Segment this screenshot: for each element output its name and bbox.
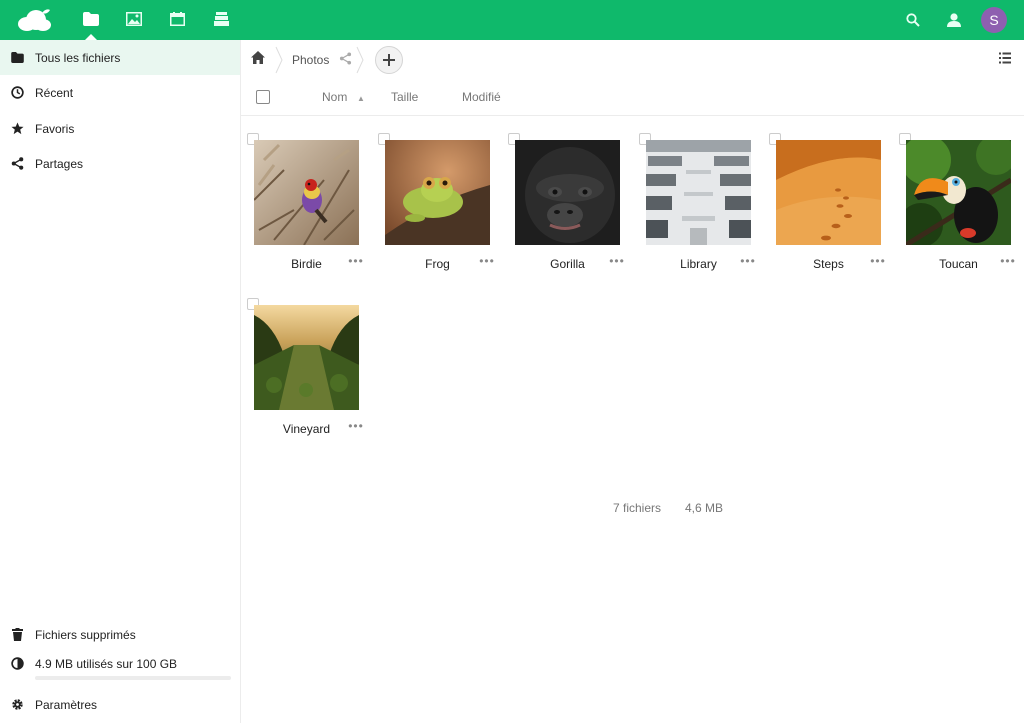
calendar-icon — [169, 11, 185, 29]
file-thumbnail[interactable] — [906, 140, 1011, 245]
more-actions-button[interactable]: ••• — [869, 254, 887, 268]
sidebar-item-settings[interactable]: Paramètres — [0, 687, 240, 722]
app-header: S — [0, 0, 1024, 40]
file-tile[interactable]: Frog ••• — [378, 133, 515, 290]
share-icon — [0, 157, 35, 170]
file-name[interactable]: Birdie — [254, 257, 359, 271]
sidebar-item-all-files[interactable]: Tous les fichiers — [0, 40, 240, 75]
file-thumbnail[interactable] — [254, 140, 359, 245]
home-icon[interactable] — [251, 51, 265, 67]
plus-icon — [383, 49, 395, 72]
star-icon — [0, 122, 35, 135]
sidebar-item-label: Tous les fichiers — [35, 50, 121, 65]
sidebar: Tous les fichiers Récent Favoris Partage… — [0, 40, 241, 723]
sort-by-modified[interactable]: Modifié — [462, 90, 501, 104]
file-tile[interactable]: Vineyard ••• — [247, 298, 384, 455]
app-calendar-button[interactable] — [156, 0, 198, 40]
file-tile[interactable]: Toucan ••• — [899, 133, 1024, 290]
app-gallery-button[interactable] — [113, 0, 155, 40]
more-actions-button[interactable]: ••• — [739, 254, 757, 268]
share-icon[interactable] — [339, 52, 352, 68]
sidebar-item-label: Récent — [35, 85, 74, 100]
file-tile[interactable]: Library ••• — [639, 133, 776, 290]
file-thumbnail[interactable] — [254, 305, 359, 410]
file-thumbnail[interactable] — [515, 140, 620, 245]
trash-icon — [0, 628, 35, 641]
file-thumbnail[interactable] — [385, 140, 490, 245]
app-deck-button[interactable] — [200, 0, 242, 40]
folder-icon — [0, 52, 35, 63]
sidebar-item-label: Paramètres — [35, 697, 98, 712]
file-name[interactable]: Steps — [776, 257, 881, 271]
file-name[interactable]: Vineyard — [254, 422, 359, 436]
file-tile[interactable]: Steps ••• — [769, 133, 906, 290]
quota-label: 4.9 MB utilisés sur 100 GB — [35, 656, 178, 671]
contacts-icon[interactable] — [944, 10, 964, 30]
stack-icon — [213, 11, 229, 29]
controls-bar: Photos — [241, 40, 1024, 80]
breadcrumb-current-folder[interactable]: Photos — [292, 53, 329, 67]
more-actions-button[interactable]: ••• — [347, 254, 365, 268]
new-file-button[interactable] — [375, 46, 403, 74]
total-size-summary: 4,6 MB — [685, 501, 724, 515]
file-list-header: Nom ▲ Taille Modifié — [241, 80, 1024, 116]
sort-ascending-icon: ▲ — [357, 94, 365, 103]
sidebar-item-label: Fichiers supprimés — [35, 627, 136, 642]
sidebar-item-label: Partages — [35, 156, 84, 171]
select-all-checkbox[interactable] — [256, 90, 270, 104]
sidebar-item-favorites[interactable]: Favoris — [0, 111, 240, 146]
file-name[interactable]: Frog — [385, 257, 490, 271]
pie-chart-icon — [0, 657, 35, 670]
more-actions-button[interactable]: ••• — [347, 419, 365, 433]
sidebar-item-shares[interactable]: Partages — [0, 146, 240, 181]
more-actions-button[interactable]: ••• — [999, 254, 1017, 268]
image-icon — [126, 11, 142, 29]
clock-icon — [0, 86, 35, 99]
search-icon[interactable] — [903, 10, 923, 30]
list-view-icon[interactable] — [999, 52, 1011, 67]
more-actions-button[interactable]: ••• — [478, 254, 496, 268]
file-tile[interactable]: Gorilla ••• — [508, 133, 645, 290]
file-name[interactable]: Library — [646, 257, 751, 271]
sidebar-item-label: Favoris — [35, 121, 75, 136]
file-name[interactable]: Gorilla — [515, 257, 620, 271]
breadcrumb-separator — [274, 46, 284, 74]
app-files-button[interactable] — [70, 0, 112, 40]
file-name[interactable]: Toucan — [906, 257, 1011, 271]
quota-progress-bar — [35, 676, 231, 680]
file-tile[interactable]: Birdie ••• — [247, 133, 384, 290]
file-count-summary: 7 fichiers — [613, 501, 662, 515]
folder-icon — [83, 11, 99, 29]
file-thumbnail[interactable] — [776, 140, 881, 245]
sidebar-item-recent[interactable]: Récent — [0, 75, 240, 110]
breadcrumb-separator — [355, 46, 365, 74]
sort-by-name[interactable]: Nom — [322, 90, 347, 104]
cloud-logo[interactable] — [16, 7, 52, 33]
sort-by-size[interactable]: Taille — [391, 90, 418, 104]
user-avatar[interactable]: S — [981, 7, 1007, 33]
more-actions-button[interactable]: ••• — [608, 254, 626, 268]
gear-icon — [0, 698, 35, 711]
file-thumbnail[interactable] — [646, 140, 751, 245]
